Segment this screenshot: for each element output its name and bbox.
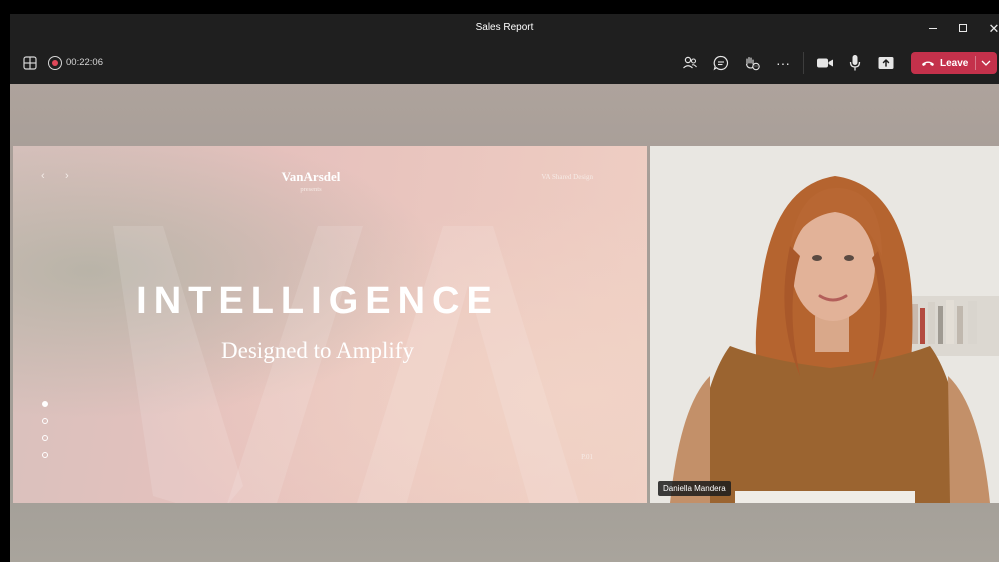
slide-next-button[interactable]: ›: [65, 170, 69, 182]
participant-video-tile[interactable]: Daniella Mandera: [650, 146, 999, 503]
microphone-icon: [849, 55, 861, 71]
more-icon: ···: [776, 55, 790, 71]
maximize-icon: [959, 24, 967, 32]
meeting-window: Sales Report ✕ 00:22:06 ··· Leave ‹ › Va…: [10, 14, 999, 562]
recording-icon: [48, 56, 62, 70]
meeting-stage: ‹ › VanArsdel presents VA Shared Design …: [10, 84, 999, 562]
minimize-button[interactable]: [922, 18, 944, 38]
camera-icon: [817, 58, 833, 68]
slide-pagination-dots: [42, 401, 50, 461]
chevron-left-icon: ‹: [41, 170, 45, 182]
leave-divider: [975, 56, 976, 70]
pagination-dot-3[interactable]: [42, 435, 48, 441]
shared-presentation-slide: ‹ › VanArsdel presents VA Shared Design …: [13, 146, 647, 503]
chat-icon: [713, 55, 729, 71]
leave-button[interactable]: Leave: [911, 52, 997, 74]
window-title: Sales Report: [475, 22, 534, 33]
brand-logo: VanArsdel: [281, 169, 341, 184]
shared-design-label: VA Shared Design: [541, 173, 593, 181]
brand-subtitle: presents: [300, 186, 322, 193]
chevron-right-icon: ›: [65, 170, 69, 182]
share-screen-button[interactable]: [876, 54, 896, 72]
people-button[interactable]: [681, 54, 699, 72]
slide-page-number: P.01: [581, 453, 593, 461]
pagination-dot-1[interactable]: [42, 401, 48, 407]
minimize-icon: [929, 27, 937, 29]
leave-label: Leave: [940, 57, 969, 69]
close-button[interactable]: ✕: [983, 18, 999, 38]
share-tray-icon: [878, 57, 894, 69]
microphone-button[interactable]: [846, 54, 864, 72]
pagination-dot-4[interactable]: [42, 452, 48, 458]
title-bar: Sales Report ✕: [10, 14, 999, 42]
slide-heading: INTELLIGENCE: [136, 280, 499, 322]
participant-video-feed: [650, 146, 999, 503]
phone-hangup-icon: [917, 52, 939, 74]
camera-button[interactable]: [815, 54, 835, 72]
toolbar-divider: [803, 52, 804, 74]
slide-prev-button[interactable]: ‹: [41, 170, 45, 182]
close-icon: ✕: [988, 20, 999, 36]
grid-layout-icon: [23, 56, 37, 70]
more-options-button[interactable]: ···: [774, 54, 792, 72]
chat-button[interactable]: [712, 54, 730, 72]
layout-button[interactable]: [22, 55, 38, 71]
meeting-timer: 00:22:06: [66, 57, 103, 68]
raise-hand-react-icon: [745, 56, 760, 71]
recording-dot: [52, 60, 58, 66]
people-icon: [683, 56, 697, 69]
slide-subheading: Designed to Amplify: [221, 338, 414, 363]
reactions-button[interactable]: [743, 54, 761, 72]
meeting-toolbar: 00:22:06 ··· Leave: [10, 42, 999, 84]
participant-name-tag: Daniella Mandera: [658, 481, 731, 496]
leave-options-button[interactable]: [978, 55, 994, 71]
pagination-dot-2[interactable]: [42, 418, 48, 424]
chevron-down-icon: [981, 60, 991, 66]
maximize-button[interactable]: [952, 18, 974, 38]
